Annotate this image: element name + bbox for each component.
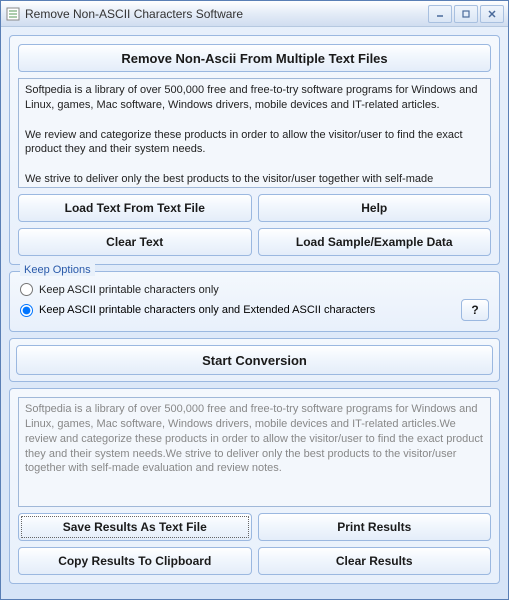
button-row-1: Load Text From Text File Help	[18, 194, 491, 222]
load-text-button[interactable]: Load Text From Text File	[18, 194, 252, 222]
close-button[interactable]	[480, 5, 504, 23]
start-button-label: Start Conversion	[202, 353, 307, 368]
app-window: Remove Non-ASCII Characters Software Rem…	[0, 0, 509, 600]
radio-ascii-only[interactable]	[20, 283, 33, 296]
start-panel: Start Conversion	[9, 338, 500, 382]
minimize-button[interactable]	[428, 5, 452, 23]
app-icon	[5, 6, 21, 22]
results-panel: Save Results As Text File Print Results …	[9, 388, 500, 584]
content-area: Remove Non-Ascii From Multiple Text File…	[1, 27, 508, 599]
clear-results-button[interactable]: Clear Results	[258, 547, 492, 575]
radio-option-1: Keep ASCII printable characters only	[20, 280, 489, 299]
keep-options-fieldset: Keep Options Keep ASCII printable charac…	[9, 271, 500, 332]
input-textarea[interactable]	[18, 78, 491, 188]
results-button-row-2: Copy Results To Clipboard Clear Results	[18, 547, 491, 575]
copy-results-button[interactable]: Copy Results To Clipboard	[18, 547, 252, 575]
options-help-button[interactable]: ?	[461, 299, 489, 321]
radio-ascii-extended[interactable]	[20, 304, 33, 317]
window-controls	[428, 5, 504, 23]
input-panel: Remove Non-Ascii From Multiple Text File…	[9, 35, 500, 265]
load-sample-button[interactable]: Load Sample/Example Data	[258, 228, 492, 256]
clear-text-button[interactable]: Clear Text	[18, 228, 252, 256]
maximize-button[interactable]	[454, 5, 478, 23]
fieldset-legend: Keep Options	[20, 264, 95, 276]
button-row-2: Clear Text Load Sample/Example Data	[18, 228, 491, 256]
panel-header-label: Remove Non-Ascii From Multiple Text File…	[121, 51, 387, 66]
help-button[interactable]: Help	[258, 194, 492, 222]
save-results-button[interactable]: Save Results As Text File	[18, 513, 252, 541]
results-button-row-1: Save Results As Text File Print Results	[18, 513, 491, 541]
panel-header[interactable]: Remove Non-Ascii From Multiple Text File…	[18, 44, 491, 72]
radio-ascii-only-label[interactable]: Keep ASCII printable characters only	[39, 284, 219, 296]
start-conversion-button[interactable]: Start Conversion	[16, 345, 493, 375]
titlebar: Remove Non-ASCII Characters Software	[1, 1, 508, 27]
print-results-button[interactable]: Print Results	[258, 513, 492, 541]
radio-ascii-extended-label[interactable]: Keep ASCII printable characters only and…	[39, 304, 375, 316]
window-title: Remove Non-ASCII Characters Software	[25, 7, 428, 21]
output-textarea[interactable]	[18, 397, 491, 507]
radio-option-2-row: Keep ASCII printable characters only and…	[20, 299, 489, 321]
